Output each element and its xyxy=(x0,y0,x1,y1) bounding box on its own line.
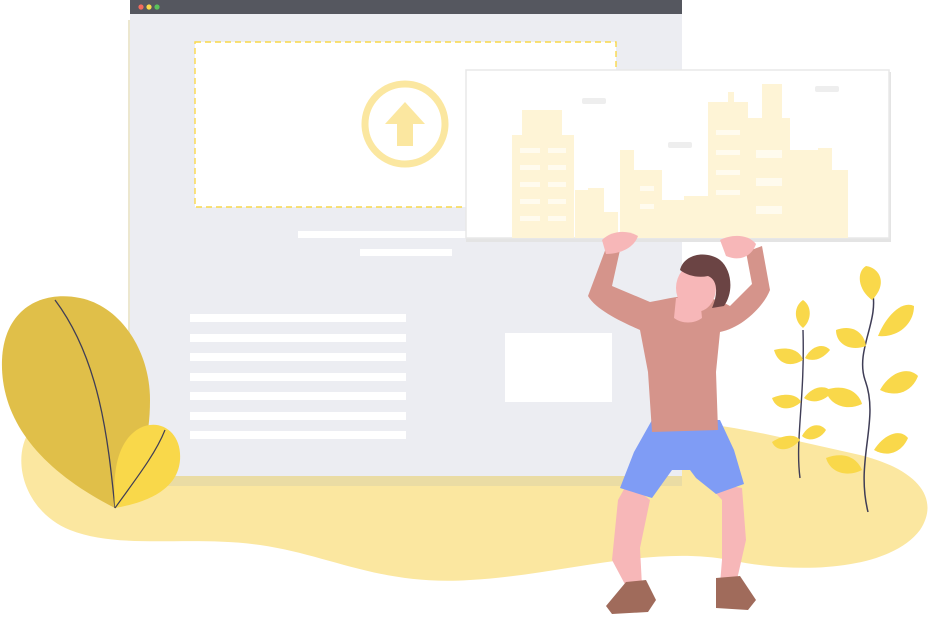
window-close-dot[interactable] xyxy=(138,4,144,10)
image-placeholder xyxy=(505,333,612,402)
illustration-stage xyxy=(0,0,934,619)
browser-titlebar xyxy=(130,0,682,14)
window-maximize-dot[interactable] xyxy=(154,4,160,10)
upload-illustration xyxy=(1,0,928,614)
chart-panel xyxy=(465,69,891,242)
caption-line xyxy=(298,231,468,238)
left-shoe xyxy=(606,580,656,614)
window-minimize-dot[interactable] xyxy=(146,4,152,10)
caption-line xyxy=(360,249,452,256)
right-shoe xyxy=(716,576,756,610)
